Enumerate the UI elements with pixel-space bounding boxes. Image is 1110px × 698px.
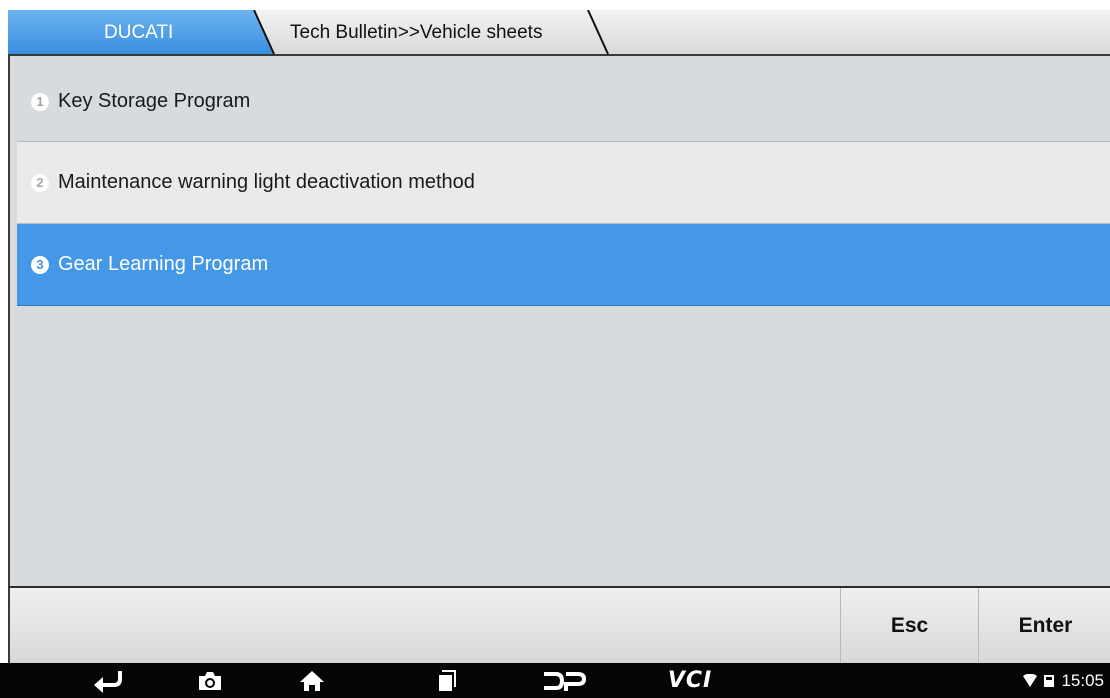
clock: 15:05 [1061,670,1104,690]
menu-list: 1 Key Storage Program 2 Maintenance warn… [17,62,1110,306]
list-item-maintenance-warning[interactable]: 2 Maintenance warning light deactivation… [17,142,1110,224]
system-nav-bar: VCI 15:05 [0,663,1110,698]
item-label: Maintenance warning light deactivation m… [58,171,475,193]
esc-button[interactable]: Esc [840,588,978,663]
wifi-icon [1023,673,1038,687]
breadcrumb-path[interactable]: Tech Bulletin>>Vehicle sheets [290,22,542,44]
enter-button[interactable]: Enter [978,588,1110,663]
home-icon[interactable] [292,663,332,698]
breadcrumb-header: DUCATI Tech Bulletin>>Vehicle sheets [8,10,1110,56]
vci-icon[interactable]: VCI [660,663,720,698]
item-number-badge: 2 [31,173,49,192]
recent-apps-icon[interactable] [426,663,466,698]
brand-tab[interactable]: DUCATI [104,22,264,44]
item-label: Gear Learning Program [58,253,269,275]
camera-icon[interactable] [190,663,230,698]
item-label: Key Storage Program [58,90,251,112]
menu-panel: 1 Key Storage Program 2 Maintenance warn… [8,56,1110,586]
list-item-gear-learning[interactable]: 3 Gear Learning Program [17,224,1110,306]
status-area: 15:05 [1022,663,1104,698]
dp-icon[interactable] [534,663,594,698]
battery-icon [1044,674,1055,687]
item-number-badge: 3 [31,255,49,274]
back-icon[interactable] [88,663,128,698]
action-bar: Esc Enter [8,586,1110,663]
item-number-badge: 1 [31,92,49,111]
list-item-key-storage[interactable]: 1 Key Storage Program [17,62,1110,142]
